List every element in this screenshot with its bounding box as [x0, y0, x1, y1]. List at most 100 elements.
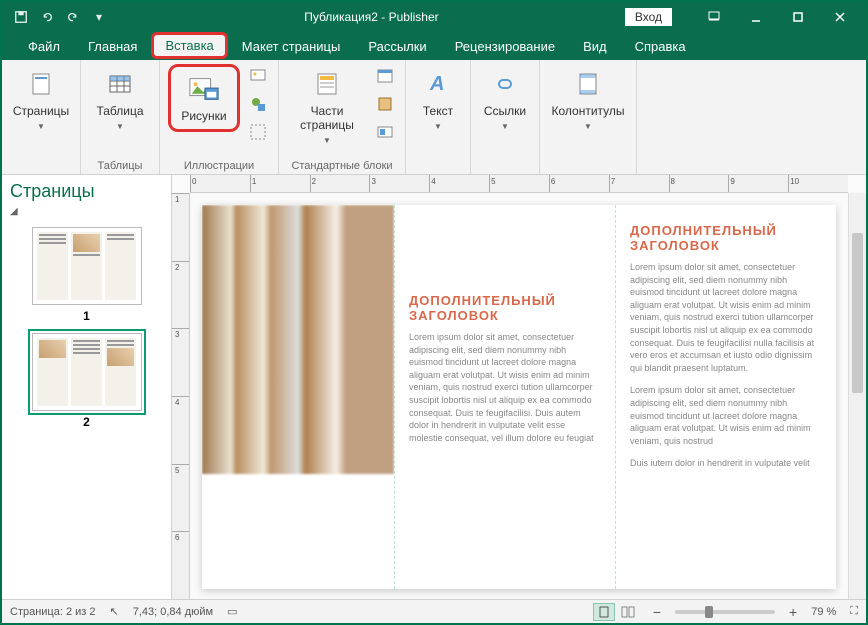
pageparts-label: Части страницы [289, 104, 365, 132]
links-button[interactable]: Ссылки ▼ [479, 64, 531, 135]
svg-text:A: A [429, 73, 444, 95]
window-controls: Вход [625, 3, 866, 31]
illustrations-small-buttons [246, 64, 270, 144]
shapes-button[interactable] [246, 92, 270, 116]
pictures-label: Рисунки [181, 109, 226, 123]
ribbon-group-blocks: Части страницы ▼ Стандартные блоки [279, 60, 406, 174]
dropdown-arrow-icon: ▼ [37, 122, 45, 131]
zoom-in-button[interactable]: + [789, 604, 797, 620]
group-label [503, 158, 506, 172]
secondary-heading: ДОПОЛНИТЕЛЬНЫЙ ЗАГОЛОВОК [409, 293, 601, 323]
illustrations-group-label: Иллюстрации [184, 158, 254, 172]
group-label [586, 158, 589, 172]
quick-access-toolbar: ▾ [2, 6, 118, 28]
pageparts-button[interactable]: Части страницы ▼ [287, 64, 367, 149]
tab-insert[interactable]: Вставка [151, 32, 227, 59]
body-text: Duis iutem dolor in hendrerit in vulputa… [630, 457, 822, 470]
pictures-highlight: Рисунки [168, 64, 240, 132]
minimize-button[interactable] [736, 3, 776, 31]
page-indicator[interactable]: Страница: 2 из 2 [10, 606, 96, 618]
cursor-icon: ↖ [110, 605, 119, 618]
ribbon-options-icon[interactable] [694, 3, 734, 31]
page-column-1 [202, 205, 395, 589]
two-page-view-button[interactable] [617, 603, 639, 621]
group-label [39, 158, 42, 172]
blocks-small-buttons [373, 64, 397, 144]
page-thumb-2[interactable]: 2 [10, 333, 163, 429]
dropdown-arrow-icon: ▼ [323, 136, 331, 145]
object-size-icon: ▭ [227, 605, 237, 618]
text-button[interactable]: A Текст ▼ [414, 64, 462, 135]
text-icon: A [422, 68, 454, 100]
ribbon: Страницы ▼ Таблица ▼ Таблицы Рисунки [2, 60, 866, 175]
save-button[interactable] [10, 6, 32, 28]
headerfooter-label: Колонтитулы [551, 104, 624, 118]
pages-label: Страницы [13, 104, 69, 118]
table-icon [104, 68, 136, 100]
dropdown-arrow-icon: ▼ [501, 122, 509, 131]
tab-pagelayout[interactable]: Макет страницы [228, 33, 355, 60]
window-title: Публикация2 - Publisher [118, 10, 625, 24]
calendars-button[interactable] [373, 64, 397, 88]
tab-help[interactable]: Справка [621, 33, 700, 60]
ads-button[interactable] [373, 120, 397, 144]
single-page-view-button[interactable] [593, 603, 615, 621]
redo-button[interactable] [62, 6, 84, 28]
pages-button[interactable]: Страницы ▼ [10, 64, 72, 135]
ribbon-group-headerfooter: Колонтитулы ▼ [540, 60, 637, 174]
page-column-3: ДОПОЛНИТЕЛЬНЫЙ ЗАГОЛОВОК Lorem ipsum dol… [616, 205, 836, 589]
zoom-level[interactable]: 79 % [811, 606, 836, 618]
pages-icon [25, 68, 57, 100]
canvas[interactable]: 012345678910 123456 ДОПОЛНИТЕЛЬНЫЙ ЗАГОЛ… [172, 175, 866, 599]
zoom-out-button[interactable]: − [653, 604, 661, 620]
headerfooter-button[interactable]: Колонтитулы ▼ [548, 64, 628, 135]
tab-view[interactable]: Вид [569, 33, 621, 60]
statusbar: Страница: 2 из 2 ↖ 7,43; 0,84 дюйм ▭ − +… [2, 599, 866, 623]
borders-button[interactable] [373, 92, 397, 116]
thumb-number: 2 [10, 415, 163, 429]
collapse-icon[interactable]: ◢ [10, 206, 163, 217]
headerfooter-icon [572, 68, 604, 100]
table-button[interactable]: Таблица ▼ [89, 64, 151, 135]
pages-panel: Страницы ◢ 1 2 [2, 175, 172, 599]
online-pictures-button[interactable] [246, 64, 270, 88]
maximize-button[interactable] [778, 3, 818, 31]
vertical-scrollbar[interactable] [848, 193, 866, 599]
body-text: Lorem ipsum dolor sit amet, consectetuer… [630, 261, 822, 374]
tab-mailings[interactable]: Рассылки [354, 33, 440, 60]
qat-customize-icon[interactable]: ▾ [88, 6, 110, 28]
workarea: Страницы ◢ 1 2 012345678910 123456 [2, 175, 866, 599]
coordinates: 7,43; 0,84 дюйм [133, 606, 213, 618]
page-column-2: ДОПОЛНИТЕЛЬНЫЙ ЗАГОЛОВОК Lorem ipsum dol… [395, 205, 616, 589]
tab-file[interactable]: Файл [14, 33, 74, 60]
titlebar: ▾ Публикация2 - Publisher Вход [2, 2, 866, 32]
body-text: Lorem ipsum dolor sit amet, consectetuer… [630, 384, 822, 447]
view-buttons [593, 603, 639, 621]
body-text: Lorem ipsum dolor sit amet, consectetuer… [409, 331, 601, 444]
pages-panel-title: Страницы [10, 181, 163, 202]
tab-home[interactable]: Главная [74, 33, 151, 60]
thumb-number: 1 [10, 309, 163, 323]
dropdown-arrow-icon: ▼ [116, 122, 124, 131]
pageparts-icon [311, 68, 343, 100]
tab-review[interactable]: Рецензирование [441, 33, 569, 60]
picture-placeholder-button[interactable] [246, 120, 270, 144]
ribbon-group-links: Ссылки ▼ [471, 60, 540, 174]
tables-group-label: Таблицы [98, 158, 143, 172]
text-label: Текст [423, 104, 453, 118]
blocks-group-label: Стандартные блоки [291, 158, 392, 172]
pictures-icon [188, 73, 220, 105]
publication-page[interactable]: ДОПОЛНИТЕЛЬНЫЙ ЗАГОЛОВОК Lorem ipsum dol… [202, 205, 836, 589]
pictures-button[interactable]: Рисунки [173, 69, 235, 127]
undo-button[interactable] [36, 6, 58, 28]
page-thumb-1[interactable]: 1 [10, 227, 163, 323]
fit-page-button[interactable]: ⛶ [850, 605, 858, 618]
zoom-slider[interactable] [675, 610, 775, 614]
login-button[interactable]: Вход [625, 8, 672, 26]
close-button[interactable] [820, 3, 860, 31]
ribbon-group-text: A Текст ▼ [406, 60, 471, 174]
dropdown-arrow-icon: ▼ [584, 122, 592, 131]
table-label: Таблица [96, 104, 143, 118]
ribbon-group-tables: Таблица ▼ Таблицы [81, 60, 160, 174]
vertical-ruler: 123456 [172, 193, 190, 599]
